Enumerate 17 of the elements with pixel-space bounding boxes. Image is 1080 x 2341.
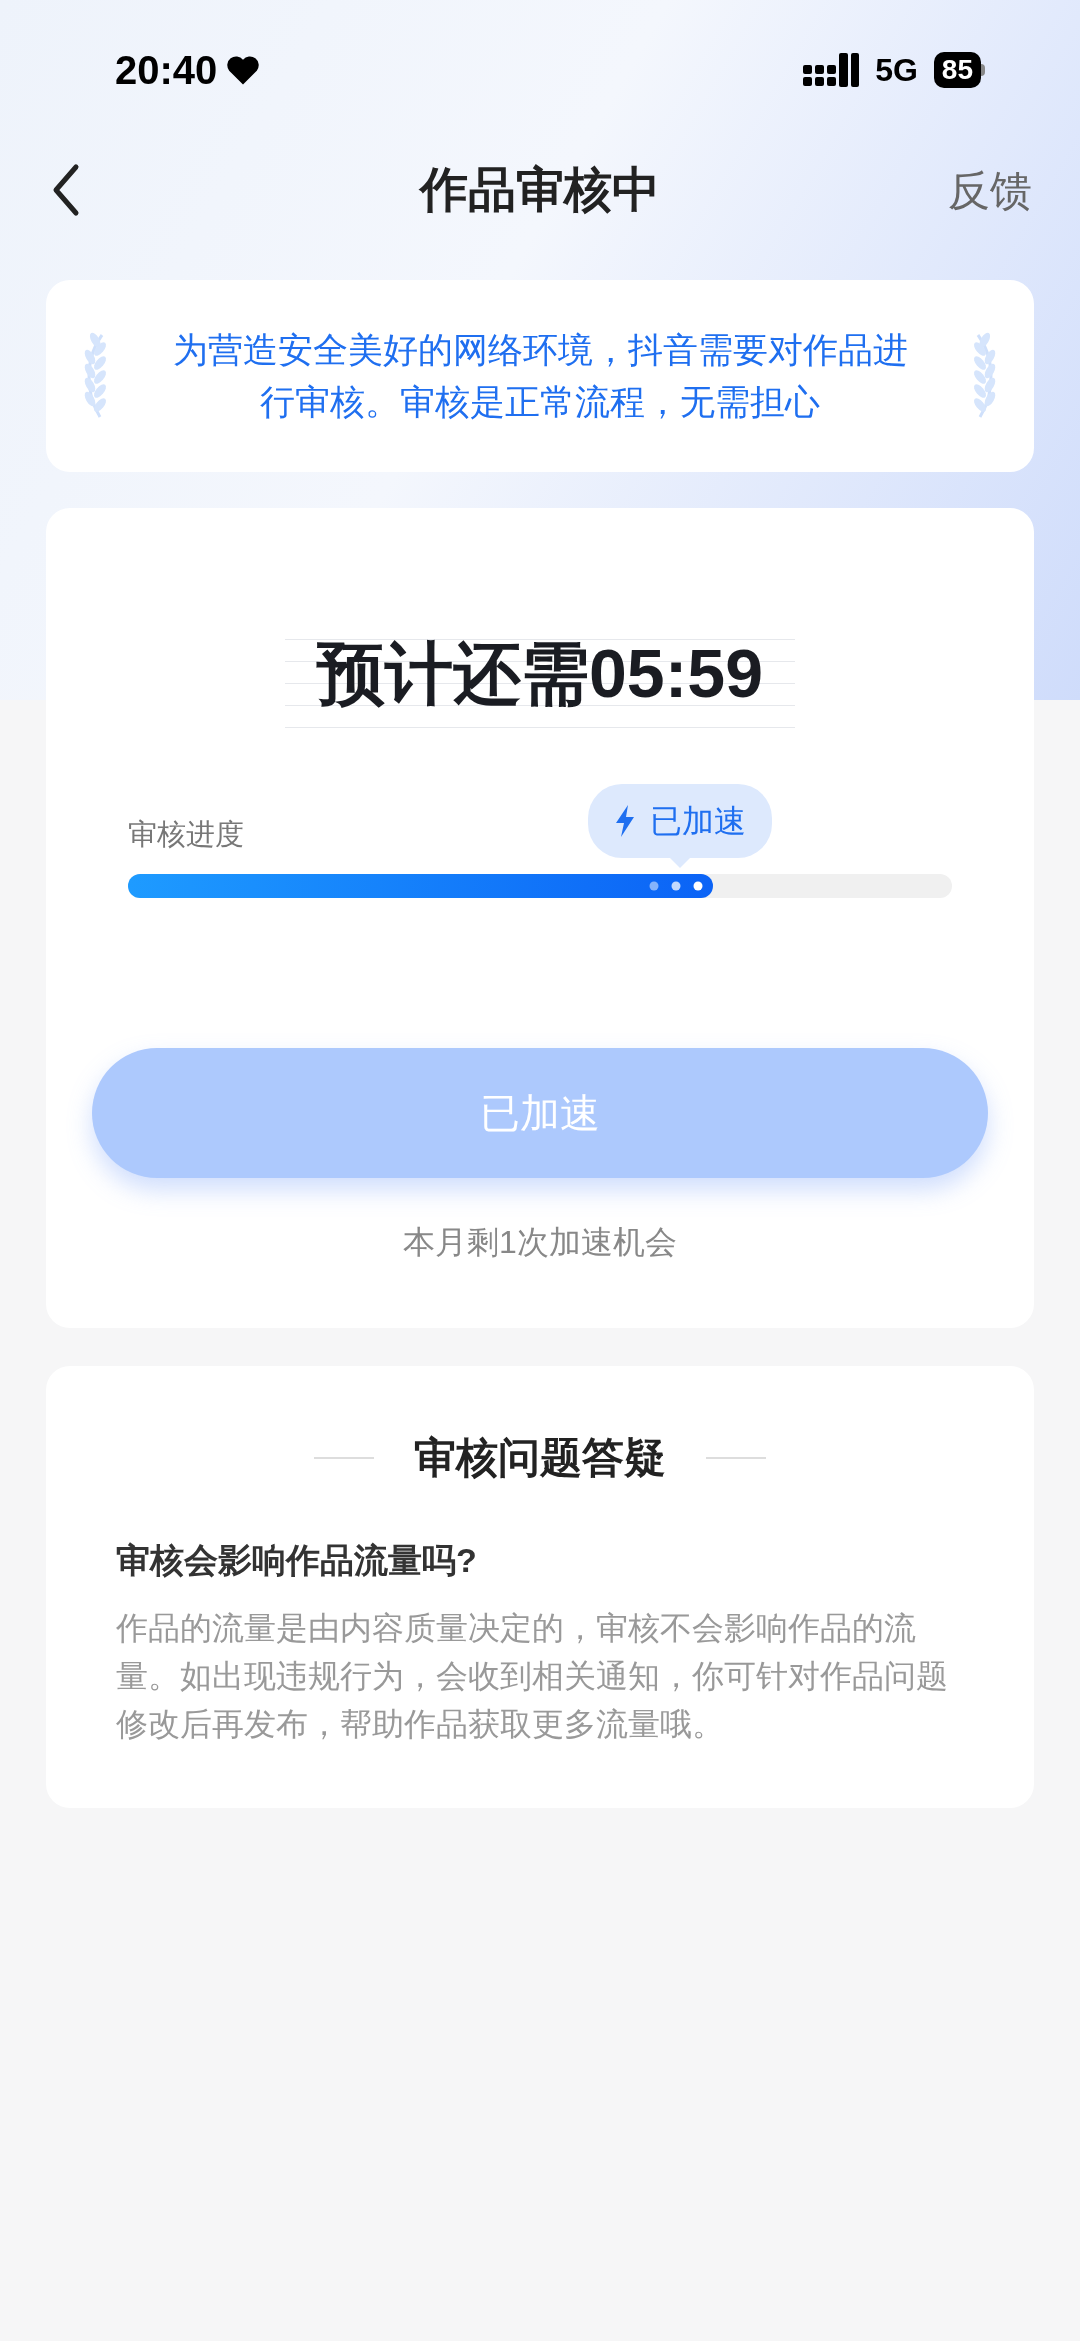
status-time: 20:40 — [115, 47, 218, 94]
progress-label: 审核进度 — [128, 816, 244, 852]
countdown-text: 预计还需05:59 — [317, 634, 763, 713]
faq-title: 审核问题答疑 — [414, 1433, 666, 1483]
faq-question: 审核会影响作品流量吗? — [116, 1540, 478, 1581]
loading-dots-icon — [649, 881, 704, 891]
network-type: 5G — [875, 51, 918, 90]
accelerated-badge: 已加速 — [588, 784, 773, 858]
notice-text: 为营造安全美好的网络环境，抖音需要对作品进行审核。审核是正常流程，无需担心 — [171, 329, 909, 423]
page-title: 作品审核中 — [420, 162, 660, 218]
feedback-link[interactable]: 反馈 — [948, 158, 1032, 222]
signal-icon — [803, 53, 860, 87]
battery-indicator: 85 — [933, 52, 985, 88]
remaining-hint: 本月剩1次加速机会 — [403, 1223, 677, 1262]
faq-answer: 作品的流量是由内容质量决定的，审核不会影响作品的流量。如出现违规行为，会收到相关通知，你可针对作品问题修改后再发布，帮助作品获取更多流量哦。 — [116, 1609, 949, 1744]
lightning-icon — [614, 805, 637, 837]
heart-icon — [225, 54, 262, 86]
